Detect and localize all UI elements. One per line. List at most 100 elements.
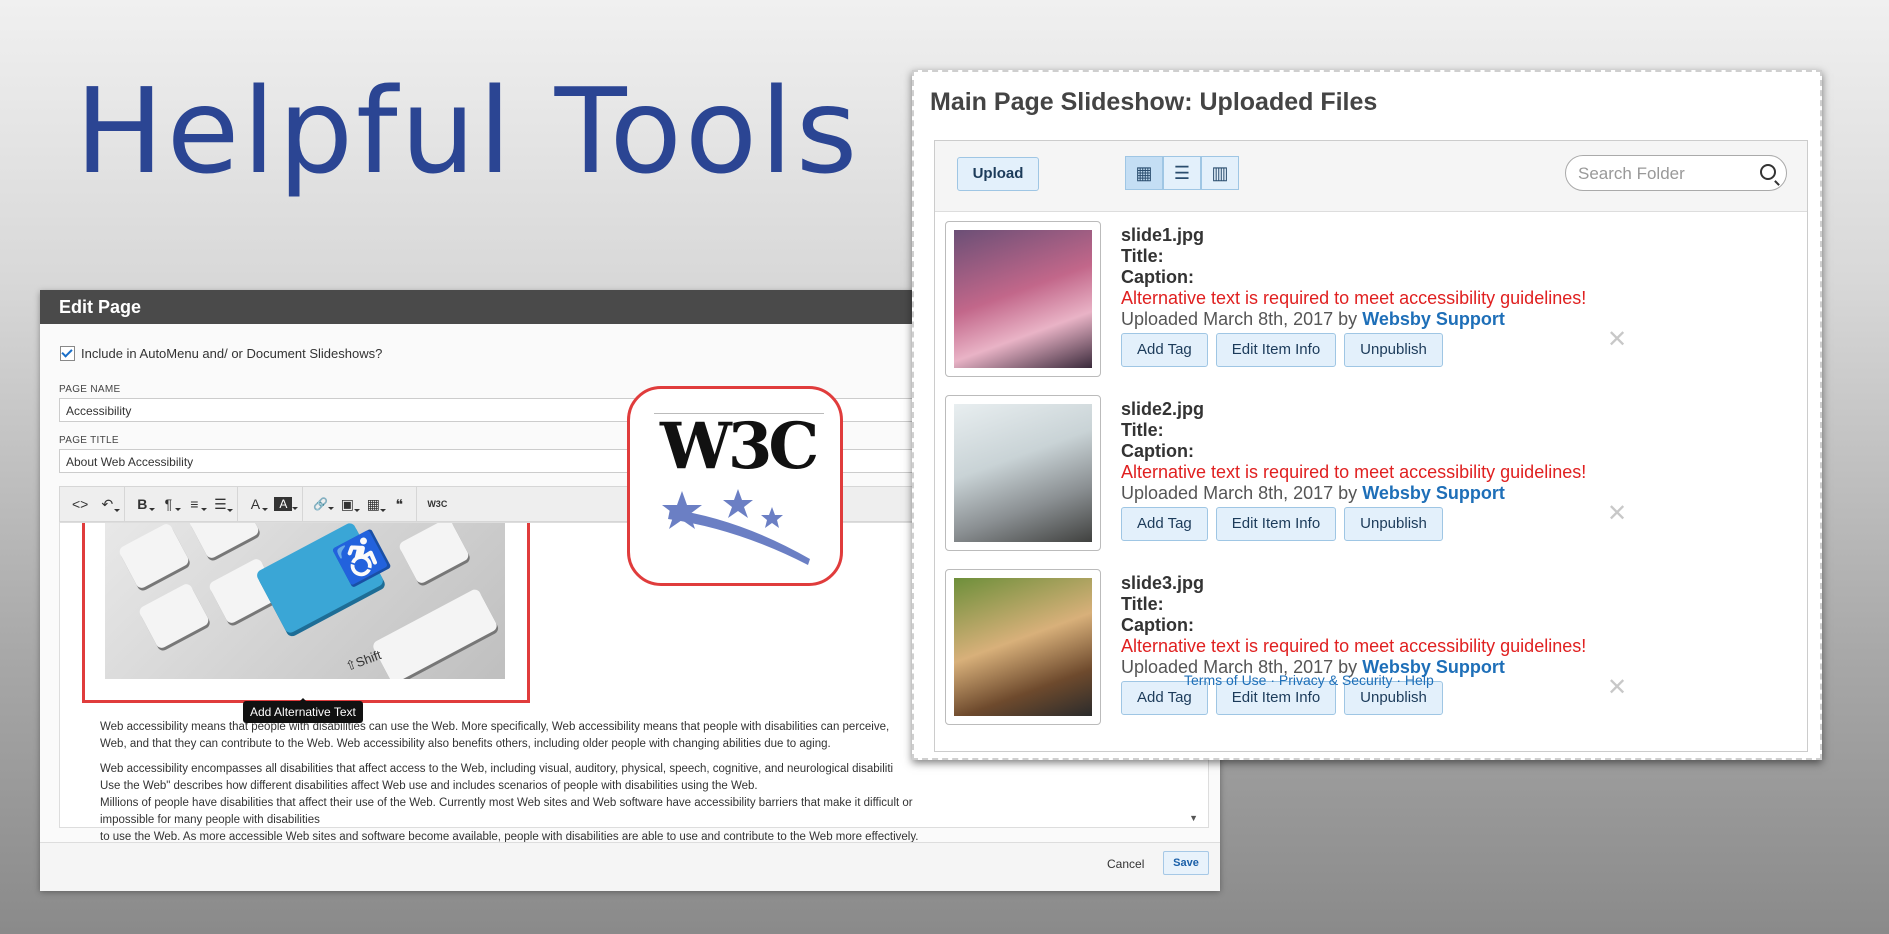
thumbnail-image xyxy=(954,578,1092,716)
keyboard-key xyxy=(137,582,211,650)
accessibility-keyboard-image: ♿ ⇧Shift xyxy=(105,523,505,679)
upload-date: March 8th, 2017 xyxy=(1203,309,1334,329)
toolbar-divider xyxy=(302,486,304,522)
caption-label: Caption: xyxy=(1121,615,1194,635)
upload-meta: Uploaded March 8th, 2017 by Websby Suppo… xyxy=(1121,483,1586,504)
upload-meta: Uploaded March 8th, 2017 by Websby Suppo… xyxy=(1121,309,1586,330)
keyboard-key xyxy=(397,523,471,585)
thumbnail-frame[interactable] xyxy=(945,569,1101,725)
add-tag-button[interactable]: Add Tag xyxy=(1121,507,1208,541)
keyboard-key xyxy=(187,523,261,560)
author-link[interactable]: Websby Support xyxy=(1362,483,1505,503)
toolbar-divider xyxy=(416,486,418,522)
file-manager: Upload ▦ ☰ ▥ slide1.jpg Title: Caption: … xyxy=(934,140,1808,752)
include-label: Include in AutoMenu and/ or Document Sli… xyxy=(81,346,383,361)
delete-file-icon[interactable]: ✕ xyxy=(1607,499,1627,528)
keyboard-key xyxy=(117,523,191,590)
source-code-icon[interactable]: <> xyxy=(72,496,88,512)
page-title-label: PAGE TITLE xyxy=(59,435,119,446)
book-view-icon[interactable]: ▥ xyxy=(1201,156,1239,190)
file-actions: Add Tag Edit Item Info Unpublish xyxy=(1121,333,1443,367)
file-info: slide3.jpg Title: Caption: Alternative t… xyxy=(1121,573,1586,678)
upload-date: March 8th, 2017 xyxy=(1203,483,1334,503)
slideshow-title: Main Page Slideshow: Uploaded Files xyxy=(930,88,1378,116)
file-row: slide1.jpg Title: Caption: Alternative t… xyxy=(935,213,1807,387)
editor-paragraph: Web accessibility means that people with… xyxy=(100,721,890,750)
edit-page-footer: Cancel Save xyxy=(40,842,1220,891)
thumbnail-image xyxy=(954,404,1092,542)
by-label: by xyxy=(1338,309,1358,329)
list-view-icon[interactable]: ☰ xyxy=(1163,156,1201,190)
search-input[interactable] xyxy=(1576,163,1750,185)
alt-text-warning: Alternative text is required to meet acc… xyxy=(1121,288,1587,308)
caption-label: Caption: xyxy=(1121,267,1194,287)
toolbar-divider xyxy=(237,486,239,522)
image-icon[interactable]: ▣ xyxy=(340,496,361,513)
title-label: Title: xyxy=(1121,420,1164,440)
toolbar-divider xyxy=(124,486,126,522)
delete-file-icon[interactable]: ✕ xyxy=(1607,325,1627,354)
edit-item-info-button[interactable]: Edit Item Info xyxy=(1215,507,1337,541)
background-color-icon[interactable]: A xyxy=(274,497,299,511)
upload-button[interactable]: Upload xyxy=(957,157,1039,191)
file-info: slide2.jpg Title: Caption: Alternative t… xyxy=(1121,399,1586,504)
add-alt-text-tooltip: Add Alternative Text xyxy=(243,698,363,723)
keyboard-key xyxy=(371,587,499,679)
unpublish-button[interactable]: Unpublish xyxy=(1344,507,1443,541)
quote-icon[interactable]: ❝ xyxy=(392,496,406,513)
file-actions: Add Tag Edit Item Info Unpublish xyxy=(1121,507,1443,541)
alt-text-warning: Alternative text is required to meet acc… xyxy=(1121,636,1587,656)
w3c-logo-text: W3C xyxy=(660,409,819,484)
w3c-accessibility-icon[interactable]: W3C xyxy=(427,499,447,509)
thumbnail-image xyxy=(954,230,1092,368)
selected-image-frame[interactable]: ♿ ⇧Shift xyxy=(82,523,530,703)
include-checkbox[interactable] xyxy=(60,346,75,361)
paragraph-icon[interactable]: ¶ xyxy=(161,496,182,512)
save-button[interactable]: Save xyxy=(1163,851,1209,875)
thumbnail-frame[interactable] xyxy=(945,221,1101,377)
footer-links[interactable]: Terms of Use · Privacy & Security · Help xyxy=(1184,672,1434,688)
uploaded-prefix: Uploaded xyxy=(1121,483,1199,503)
w3c-callout: W3C xyxy=(627,386,843,586)
file-name: slide3.jpg xyxy=(1121,573,1205,593)
by-label: by xyxy=(1338,483,1358,503)
search-icon[interactable] xyxy=(1760,164,1776,180)
file-name: slide2.jpg xyxy=(1121,399,1205,419)
view-toggle-group: ▦ ☰ ▥ xyxy=(1125,156,1239,190)
cancel-button[interactable]: Cancel xyxy=(1107,857,1144,871)
font-color-icon[interactable]: A xyxy=(248,496,269,512)
grid-view-icon[interactable]: ▦ xyxy=(1125,156,1163,190)
file-name: slide1.jpg xyxy=(1121,225,1205,245)
title-label: Title: xyxy=(1121,246,1164,266)
include-automenu-row[interactable]: Include in AutoMenu and/ or Document Sli… xyxy=(60,346,382,361)
scroll-down-icon[interactable]: ▼ xyxy=(1189,813,1198,823)
file-row: slide3.jpg Title: Caption: Alternative t… xyxy=(935,561,1807,735)
undo-icon[interactable]: ↶ xyxy=(100,496,121,513)
editor-paragraph: Millions of people have disabilities tha… xyxy=(100,797,919,843)
title-label: Title: xyxy=(1121,594,1164,614)
file-info: slide1.jpg Title: Caption: Alternative t… xyxy=(1121,225,1586,330)
edit-item-info-button[interactable]: Edit Item Info xyxy=(1215,333,1337,367)
uploaded-prefix: Uploaded xyxy=(1121,309,1199,329)
list-icon[interactable]: ☰ xyxy=(213,496,234,513)
caption-label: Caption: xyxy=(1121,441,1194,461)
hero-title: Helpful Tools xyxy=(75,62,861,200)
unpublish-button[interactable]: Unpublish xyxy=(1344,333,1443,367)
thumbnail-frame[interactable] xyxy=(945,395,1101,551)
add-tag-button[interactable]: Add Tag xyxy=(1121,333,1208,367)
w3c-stars-icon xyxy=(662,489,810,565)
table-icon[interactable]: ▦ xyxy=(366,496,387,513)
file-toolbar: Upload ▦ ☰ ▥ xyxy=(935,141,1807,212)
alt-text-warning: Alternative text is required to meet acc… xyxy=(1121,462,1587,482)
editor-paragraph: Web accessibility encompasses all disabi… xyxy=(100,763,894,792)
delete-file-icon[interactable]: ✕ xyxy=(1607,673,1627,702)
shift-key-label: ⇧Shift xyxy=(343,647,384,674)
file-row: slide2.jpg Title: Caption: Alternative t… xyxy=(935,387,1807,561)
page-name-label: PAGE NAME xyxy=(59,384,121,395)
slideshow-panel: Main Page Slideshow: Uploaded Files Uplo… xyxy=(912,70,1822,760)
author-link[interactable]: Websby Support xyxy=(1362,309,1505,329)
search-box[interactable] xyxy=(1565,155,1787,191)
bold-icon[interactable]: B xyxy=(135,496,156,512)
align-icon[interactable]: ≡ xyxy=(187,496,208,512)
link-icon[interactable]: 🔗 xyxy=(313,497,335,511)
